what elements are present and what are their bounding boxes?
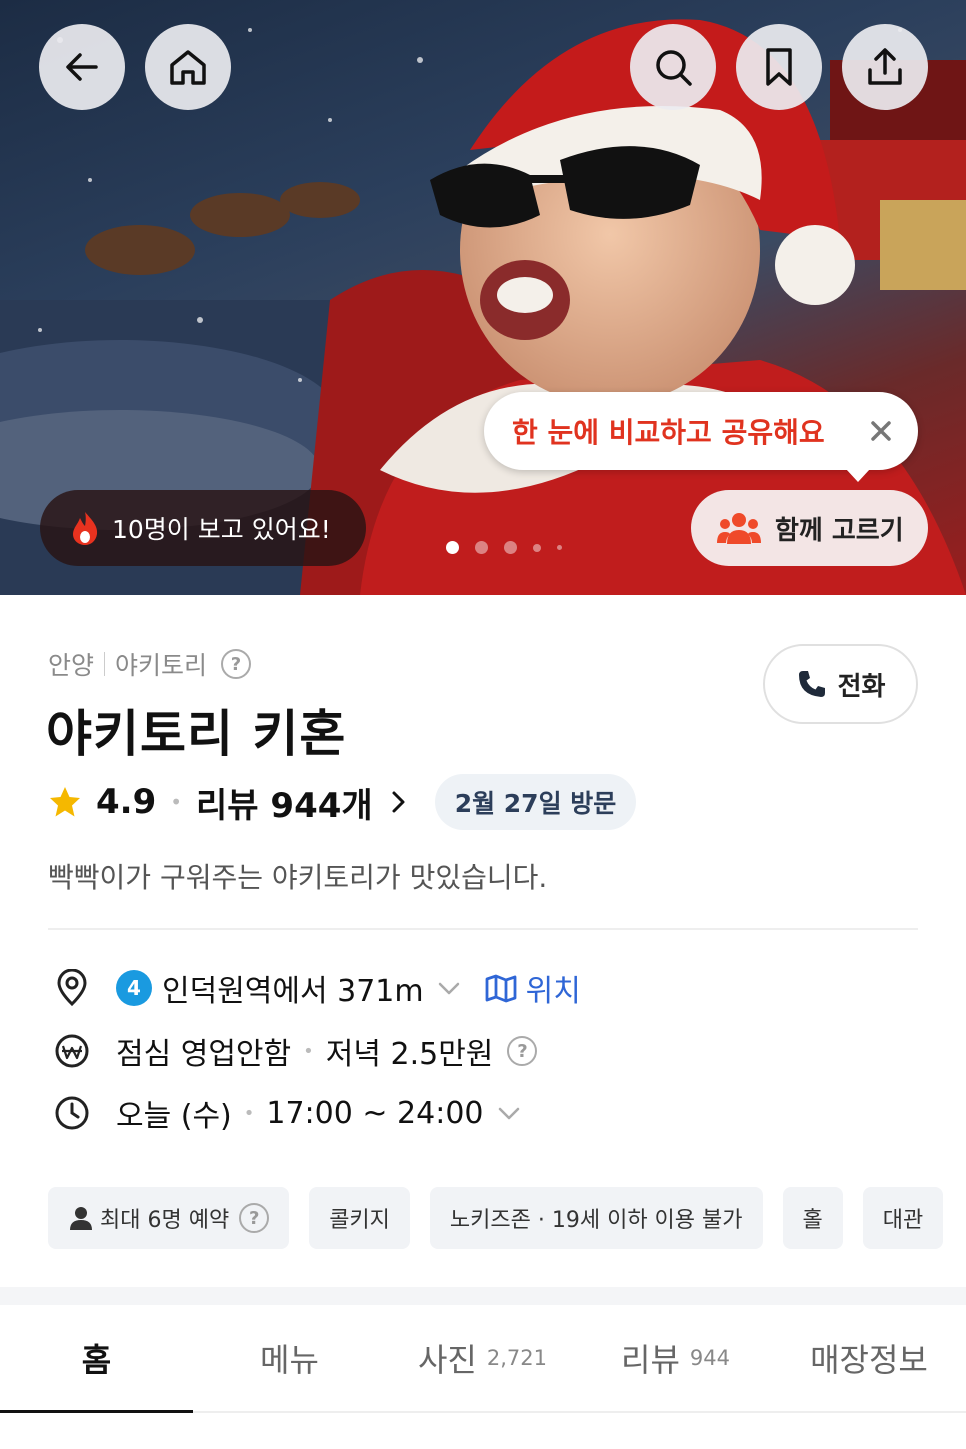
business-hours[interactable]: 17:00 ~ 24:00 <box>266 1096 483 1131</box>
breadcrumb: 안양 야키토리 ? <box>48 646 252 682</box>
chevron-down-icon[interactable] <box>494 1098 524 1128</box>
carousel-indicator <box>446 541 562 554</box>
separator-dot: • <box>243 1102 255 1124</box>
price-row: 점심 영업안함 • 저녁 2.5만원 ? <box>52 1031 538 1072</box>
tooltip-text: 한 눈에 비교하고 공유해요 <box>512 416 825 449</box>
home-icon <box>170 50 206 85</box>
clock-icon <box>52 1093 92 1133</box>
lunch-info: 점심 영업안함 <box>116 1037 292 1072</box>
arrow-left-icon <box>66 53 98 81</box>
tab-label: 메뉴 <box>260 1341 319 1379</box>
help-icon[interactable]: ? <box>221 649 252 679</box>
back-button[interactable] <box>39 24 125 110</box>
carousel-dot <box>475 541 488 554</box>
location-map-link[interactable]: 위치 <box>484 966 581 1010</box>
search-icon <box>656 50 692 86</box>
tag-corkage[interactable]: 콜키지 <box>309 1187 410 1249</box>
bookmark-button[interactable] <box>736 24 822 110</box>
tag-rental[interactable]: 대관 <box>862 1187 944 1249</box>
bookmark-icon <box>766 48 792 86</box>
tab-label: 리뷰 <box>621 1341 680 1379</box>
group-icon <box>717 513 761 544</box>
rating-value: 4.9 <box>96 782 157 822</box>
tab-label: 홈 <box>81 1341 112 1379</box>
carousel-dot <box>446 541 459 554</box>
tab-label: 매장정보 <box>810 1341 928 1379</box>
tab-store-info[interactable]: 매장정보 <box>772 1305 966 1411</box>
compare-share-tooltip: 한 눈에 비교하고 공유해요 <box>484 392 918 482</box>
choose-together-label: 함께 고르기 <box>775 515 904 546</box>
call-button[interactable]: 전화 <box>763 644 918 724</box>
divider <box>48 928 918 930</box>
viewing-count-badge: 10명이 보고 있어요! <box>40 490 366 566</box>
feature-tags: 최대 6명 예약 ? 콜키지 노키즈존 · 19세 이하 이용 불가 홀 대관 <box>48 1187 944 1249</box>
star-icon <box>50 787 80 817</box>
tag-reservation[interactable]: 최대 6명 예약 ? <box>48 1187 290 1249</box>
tab-count: 944 <box>689 1346 730 1370</box>
tab-photos[interactable]: 사진 2,721 <box>386 1305 579 1411</box>
category-label[interactable]: 야키토리 <box>115 646 207 682</box>
choose-together-button[interactable]: 함께 고르기 <box>691 490 928 566</box>
separator-dot: • <box>303 1040 314 1062</box>
subway-line-badge: 4 <box>116 970 152 1006</box>
store-description: 빡빡이가 구워주는 야키토리가 맛있습니다. <box>48 861 548 894</box>
won-icon <box>52 1031 92 1071</box>
fire-icon <box>73 512 98 545</box>
viewing-count-text: 10명이 보고 있어요! <box>112 515 331 544</box>
tag-hall[interactable]: 홀 <box>782 1187 843 1249</box>
visit-date-chip[interactable]: 2월 27일 방문 <box>434 774 637 830</box>
location-pin-icon <box>52 968 92 1008</box>
close-icon[interactable] <box>864 414 898 448</box>
share-icon <box>868 48 902 85</box>
call-label: 전화 <box>837 671 886 702</box>
hours-row: 오늘 (수) • 17:00 ~ 24:00 <box>52 1093 524 1134</box>
help-icon[interactable]: ? <box>507 1036 538 1066</box>
map-icon <box>485 974 517 1003</box>
search-button[interactable] <box>630 24 716 110</box>
tab-count: 2,721 <box>486 1346 547 1370</box>
carousel-dot <box>504 541 517 554</box>
chevron-right-icon[interactable] <box>383 787 413 817</box>
tab-menu[interactable]: 메뉴 <box>193 1305 386 1411</box>
phone-icon <box>798 671 825 697</box>
store-name: 야키토리 키혼 <box>46 705 347 763</box>
person-icon <box>70 1207 92 1230</box>
tag-no-kids[interactable]: 노키즈존 · 19세 이하 이용 불가 <box>429 1187 763 1249</box>
location-link-label: 위치 <box>525 974 581 1009</box>
home-button[interactable] <box>145 24 231 110</box>
reviews-link[interactable]: 리뷰 944개 <box>196 778 373 827</box>
share-button[interactable] <box>842 24 928 110</box>
chevron-down-icon[interactable] <box>434 973 464 1003</box>
rating-row: 4.9 • 리뷰 944개 2월 27일 방문 <box>48 774 637 830</box>
tab-reviews[interactable]: 리뷰 944 <box>579 1305 772 1411</box>
tag-label: 홀 <box>802 1208 823 1233</box>
tab-home[interactable]: 홈 <box>0 1305 193 1413</box>
separator-dot: • <box>170 790 183 814</box>
location-row: 4 인덕원역에서 371m 위치 <box>52 966 581 1010</box>
carousel-dot <box>533 543 541 552</box>
hero-image[interactable]: 10명이 보고 있어요! 한 눈에 비교하고 공유해요 함께 고르기 <box>0 0 966 595</box>
breadcrumb-divider <box>104 652 106 676</box>
help-icon[interactable]: ? <box>239 1203 270 1233</box>
tag-label: 노키즈존 · 19세 이하 이용 불가 <box>449 1208 743 1233</box>
region-label[interactable]: 안양 <box>48 646 94 682</box>
station-distance[interactable]: 인덕원역에서 371m <box>162 966 424 1010</box>
tab-bar: 홈 메뉴 사진 2,721 리뷰 944 매장정보 <box>0 1305 966 1413</box>
dinner-price: 저녁 2.5만원 <box>325 1037 494 1072</box>
section-divider <box>0 1287 966 1305</box>
tag-label: 콜키지 <box>329 1208 390 1233</box>
today-label: 오늘 (수) <box>116 1099 232 1134</box>
tab-label: 사진 <box>417 1341 477 1379</box>
carousel-dot <box>557 545 562 550</box>
tag-label: 최대 6명 예약 <box>100 1208 230 1233</box>
tag-label: 대관 <box>882 1208 924 1233</box>
